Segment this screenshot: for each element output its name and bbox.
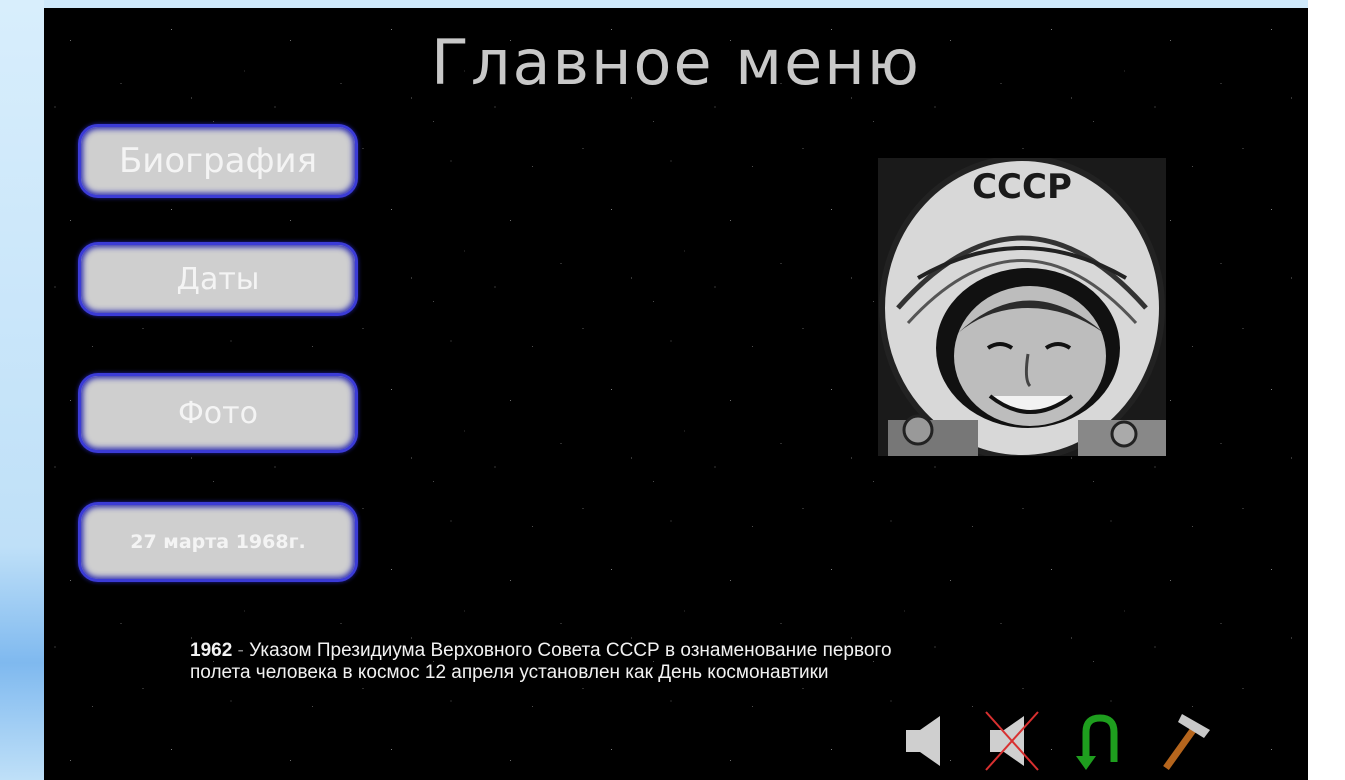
slide: Главное меню Биография Даты Фото 27 март…: [44, 8, 1308, 780]
mute-icon[interactable]: [984, 708, 1040, 772]
caption-dash: -: [232, 640, 250, 661]
left-decor-strip: [0, 0, 44, 780]
caption-line-1: 1962 - Указом Президиума Верховного Сове…: [190, 640, 1230, 662]
return-icon[interactable]: [1072, 708, 1128, 772]
hammer-icon[interactable]: [1156, 708, 1212, 772]
right-margin: [1308, 0, 1345, 780]
cosmonaut-portrait: СССР: [878, 158, 1166, 456]
helmet-text: СССР: [972, 167, 1072, 207]
biography-button[interactable]: Биография: [78, 124, 358, 198]
control-toolbar: [900, 708, 1240, 778]
page: Главное меню Биография Даты Фото 27 март…: [0, 0, 1345, 780]
caption-year: 1962: [190, 640, 233, 661]
date-1968-button[interactable]: 27 марта 1968г.: [78, 502, 358, 582]
page-title: Главное меню: [431, 26, 921, 99]
caption-line-2: полета человека в космос 12 апреля устан…: [190, 662, 829, 683]
cosmonaut-portrait-image: СССР: [878, 158, 1166, 456]
dates-button[interactable]: Даты: [78, 242, 358, 316]
caption-text-1: Указом Президиума Верховного Совета СССР…: [249, 640, 892, 661]
photo-button[interactable]: Фото: [78, 373, 358, 453]
fact-caption: 1962 - Указом Президиума Верховного Сове…: [190, 640, 1230, 684]
speaker-icon[interactable]: [900, 708, 956, 772]
